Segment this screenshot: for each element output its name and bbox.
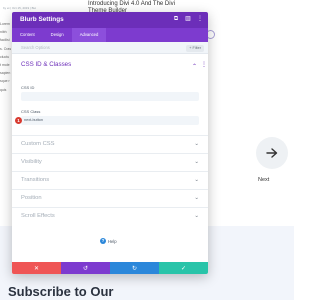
modal-tabs: Content Design Advanced xyxy=(12,28,208,42)
post-excerpt: Lorem nibh facilisi s. Cras cluctu t mol… xyxy=(0,20,12,94)
chevron-down-icon: ⌄ xyxy=(194,159,199,165)
header-icons: ⧉ ▥ ⋮ xyxy=(173,16,203,23)
section-title: Position xyxy=(21,195,42,201)
post-meta: by et | Oct 15, 2019 | Bui xyxy=(3,6,36,10)
columns-icon[interactable]: ▥ xyxy=(185,16,191,23)
excerpt-line: nibh xyxy=(0,30,7,35)
excerpt-line: facilisi xyxy=(0,38,10,43)
excerpt-line: quis xyxy=(0,87,7,92)
section-css-id-classes: CSS ID & Classes ⌃ ⋮ CSS ID CSS Class ne… xyxy=(12,54,208,128)
help-icon: ? xyxy=(100,238,106,244)
next-button[interactable] xyxy=(256,137,288,169)
window-restore-icon[interactable]: ⧉ xyxy=(173,16,179,23)
css-id-field[interactable] xyxy=(21,92,199,101)
section-title: Visibility xyxy=(21,159,42,165)
section-custom-css[interactable]: Custom CSS ⌄ xyxy=(12,135,208,153)
subscribe-heading: Subscribe to Our xyxy=(8,284,114,299)
css-class-label: CSS Class xyxy=(21,109,41,114)
excerpt-line: t mole xyxy=(0,62,10,67)
modal-actions: ✕ ↺ ↻ ✓ xyxy=(12,262,208,274)
excerpt-line: Lorem xyxy=(0,22,10,26)
more-icon[interactable]: ⋮ xyxy=(201,61,207,68)
section-title: Transitions xyxy=(21,177,50,183)
search-bar: Search Options + Filter xyxy=(12,42,208,54)
blurb-settings-modal: Blurb Settings ⧉ ▥ ⋮ Content Design Adva… xyxy=(12,12,208,274)
chevron-down-icon: ⌄ xyxy=(194,213,199,219)
section-transitions[interactable]: Transitions ⌄ xyxy=(12,171,208,189)
css-id-label: CSS ID xyxy=(21,85,35,90)
chevron-down-icon: ⌄ xyxy=(194,177,199,183)
filter-button[interactable]: + Filter xyxy=(186,44,204,52)
modal-body: CSS ID & Classes ⌃ ⋮ CSS ID CSS Class ne… xyxy=(12,54,208,260)
discard-button[interactable]: ✕ xyxy=(12,262,61,274)
save-button[interactable]: ✓ xyxy=(159,262,208,274)
section-title[interactable]: CSS ID & Classes xyxy=(21,61,71,68)
css-class-value: next-button xyxy=(24,118,43,122)
help-label: Help xyxy=(108,238,117,244)
excerpt-line: s. Cras xyxy=(0,46,12,51)
help-link[interactable]: ? Help xyxy=(100,238,117,244)
tab-content[interactable]: Content xyxy=(12,28,43,42)
excerpt-line: sque r xyxy=(0,79,10,84)
css-class-field[interactable]: next-button xyxy=(21,116,199,125)
section-scroll-effects[interactable]: Scroll Effects ⌄ xyxy=(12,207,208,225)
tab-advanced[interactable]: Advanced xyxy=(71,28,107,42)
undo-button[interactable]: ↺ xyxy=(61,262,110,274)
step-badge: 1 xyxy=(15,117,22,124)
chevron-down-icon: ⌄ xyxy=(194,195,199,201)
next-label: Next xyxy=(258,177,270,183)
section-position[interactable]: Position ⌄ xyxy=(12,189,208,207)
modal-header[interactable]: Blurb Settings ⧉ ▥ ⋮ xyxy=(12,12,208,28)
arrow-right-icon xyxy=(266,148,278,158)
section-title: Custom CSS xyxy=(21,141,55,147)
excerpt-line: cluctu xyxy=(0,54,10,59)
chevron-down-icon: ⌄ xyxy=(194,141,199,147)
search-input[interactable]: Search Options xyxy=(21,45,50,50)
excerpt-line: sapien xyxy=(0,71,11,76)
section-title: Scroll Effects xyxy=(21,213,55,219)
redo-button[interactable]: ↻ xyxy=(110,262,159,274)
tab-design[interactable]: Design xyxy=(43,28,72,42)
more-icon[interactable]: ⋮ xyxy=(197,16,203,23)
modal-title: Blurb Settings xyxy=(20,16,64,23)
section-visibility[interactable]: Visibility ⌄ xyxy=(12,153,208,171)
chevron-up-icon[interactable]: ⌃ xyxy=(192,63,197,70)
